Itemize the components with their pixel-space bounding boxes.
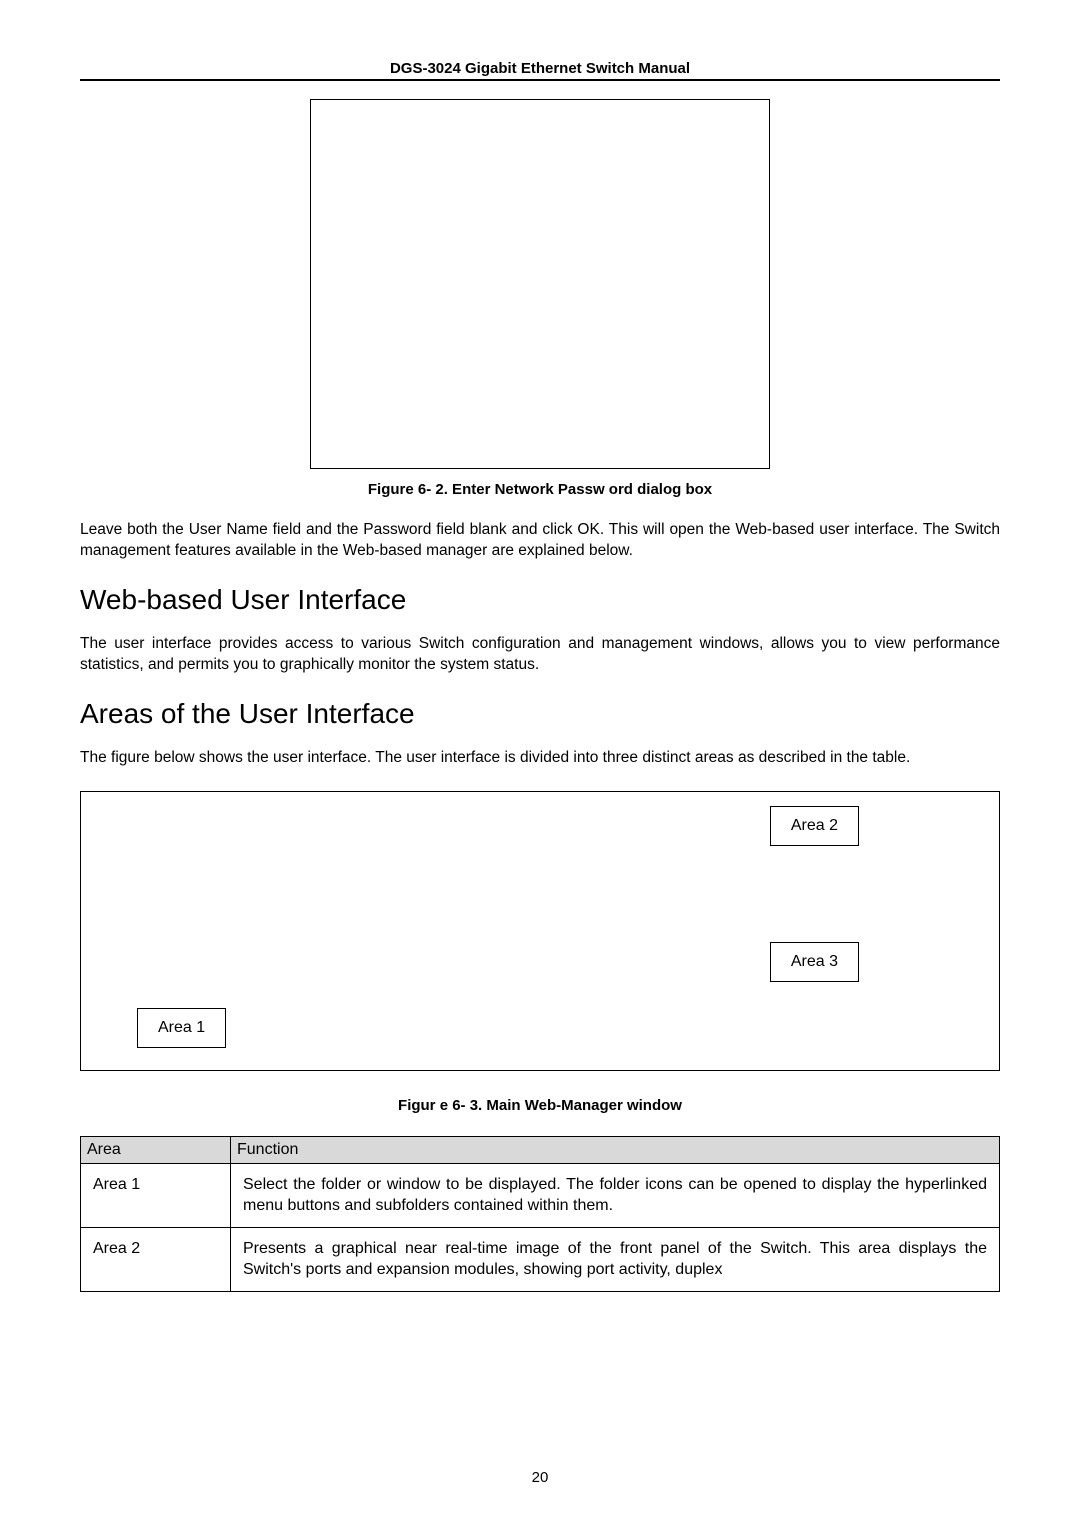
cell-function: Select the folder or window to be displa… bbox=[231, 1163, 1000, 1227]
ui-areas-diagram: Area 2 Area 3 Area 1 bbox=[80, 791, 1000, 1071]
table-row: Area 1 Select the folder or window to be… bbox=[81, 1163, 1000, 1227]
figure-6-3-caption: Figur e 6- 3. Main Web-Manager window bbox=[80, 1097, 1000, 1114]
paragraph-2: The user interface provides access to va… bbox=[80, 634, 1000, 676]
heading-web-based-ui: Web-based User Interface bbox=[80, 584, 1000, 616]
paragraph-3: The figure below shows the user interfac… bbox=[80, 748, 1000, 769]
area-2-label: Area 2 bbox=[770, 806, 859, 846]
figure-6-2-placeholder bbox=[310, 99, 770, 469]
paragraph-1: Leave both the User Name field and the P… bbox=[80, 520, 1000, 562]
area-function-table: Area Function Area 1 Select the folder o… bbox=[80, 1136, 1000, 1292]
table-header-row: Area Function bbox=[81, 1136, 1000, 1163]
cell-area: Area 1 bbox=[81, 1163, 231, 1227]
heading-areas-ui: Areas of the User Interface bbox=[80, 698, 1000, 730]
page-number: 20 bbox=[0, 1469, 1080, 1486]
area-3-label: Area 3 bbox=[770, 942, 859, 982]
area-1-label: Area 1 bbox=[137, 1008, 226, 1048]
cell-function: Presents a graphical near real-time imag… bbox=[231, 1227, 1000, 1291]
page-header: DGS-3024 Gigabit Ethernet Switch Manual bbox=[80, 60, 1000, 81]
table-header-area: Area bbox=[81, 1136, 231, 1163]
header-title: DGS-3024 Gigabit Ethernet Switch Manual bbox=[80, 60, 1000, 77]
table-header-function: Function bbox=[231, 1136, 1000, 1163]
table-row: Area 2 Presents a graphical near real-ti… bbox=[81, 1227, 1000, 1291]
figure-6-2-caption: Figure 6- 2. Enter Network Passw ord dia… bbox=[80, 481, 1000, 498]
cell-area: Area 2 bbox=[81, 1227, 231, 1291]
